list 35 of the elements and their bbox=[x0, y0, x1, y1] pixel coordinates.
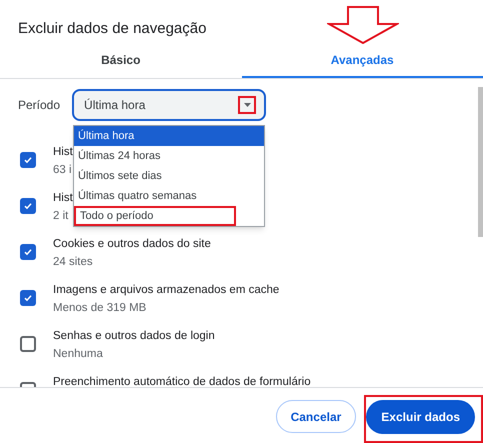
period-select[interactable]: Última hora bbox=[72, 89, 266, 121]
checkbox[interactable] bbox=[20, 198, 36, 214]
period-option[interactable]: Última hora bbox=[74, 126, 264, 146]
checkbox[interactable] bbox=[20, 336, 36, 352]
check-icon bbox=[23, 293, 33, 303]
down-arrow-icon bbox=[327, 6, 399, 44]
option-title: Hist bbox=[53, 145, 73, 160]
check-icon bbox=[23, 247, 33, 257]
period-option[interactable]: Últimas quatro semanas bbox=[74, 186, 264, 206]
cancel-button[interactable]: Cancelar bbox=[276, 400, 356, 433]
period-label: Período bbox=[18, 97, 60, 114]
checkbox[interactable] bbox=[20, 290, 36, 306]
period-option[interactable]: Últimas 24 horas bbox=[74, 146, 264, 166]
option-detail: 63 i bbox=[53, 163, 73, 178]
checkbox[interactable] bbox=[20, 244, 36, 260]
option-title: Senhas e outros dados de login bbox=[53, 329, 215, 344]
option-detail: Menos de 319 MB bbox=[53, 301, 148, 316]
tab[interactable]: Básico bbox=[0, 44, 242, 78]
checkbox[interactable] bbox=[20, 152, 36, 168]
tab[interactable]: Avançadas bbox=[242, 44, 483, 78]
option-title: Preenchimento automático de dados de formulário bbox=[53, 375, 311, 387]
check-icon bbox=[23, 201, 33, 211]
option-title: Cookies e outros dados do site bbox=[53, 237, 211, 252]
option-title: Hist bbox=[53, 191, 73, 206]
caret-icon bbox=[244, 103, 251, 107]
dialog-title: Excluir dados de navegação bbox=[18, 18, 206, 38]
period-option[interactable]: Últimos sete dias bbox=[74, 166, 264, 186]
period-option[interactable]: Todo o período bbox=[74, 206, 236, 226]
option-detail: 2 it bbox=[53, 209, 70, 224]
option-detail: 24 sites bbox=[53, 255, 94, 270]
delete-data-button[interactable]: Excluir dados bbox=[366, 400, 475, 434]
check-icon bbox=[23, 155, 33, 165]
scrollbar[interactable] bbox=[478, 87, 483, 237]
option-title: Imagens e arquivos armazenados em cache bbox=[53, 283, 280, 298]
option-detail: Nenhuma bbox=[53, 347, 104, 362]
